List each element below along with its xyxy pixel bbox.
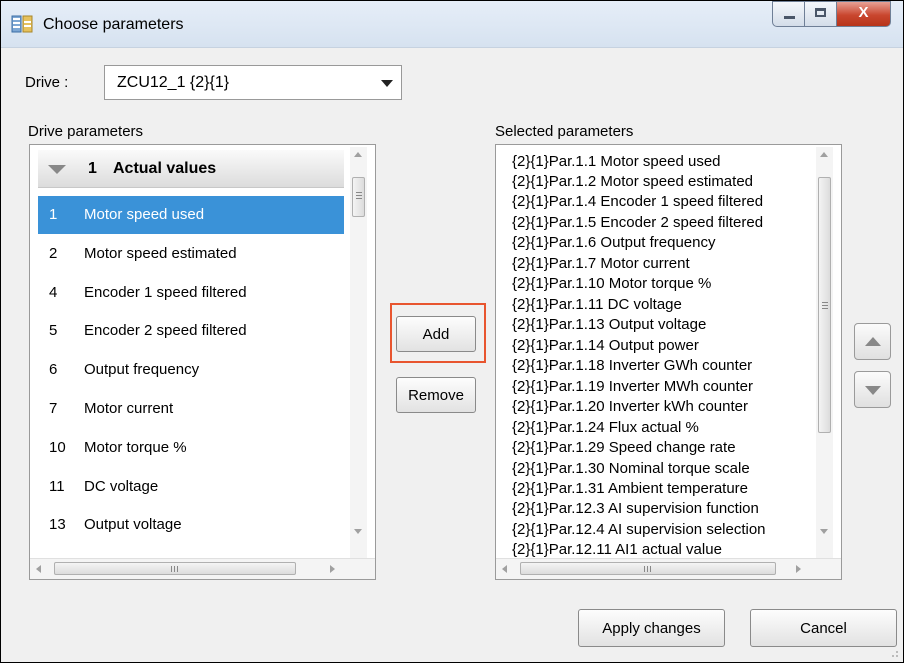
list-item[interactable]: 4 Encoder 1 speed filtered	[38, 274, 344, 312]
collapse-triangle-icon[interactable]	[48, 165, 66, 174]
selected-parameters-label: Selected parameters	[495, 123, 634, 140]
scroll-right-arrow-icon[interactable]	[330, 565, 335, 573]
group-number: 1	[88, 160, 97, 177]
list-item[interactable]: {2}{1}Par.1.31 Ambient temperature	[512, 479, 748, 499]
list-item[interactable]: {2}{1}Par.12.4 AI supervision selection	[512, 520, 766, 540]
param-label: Output frequency	[84, 361, 200, 378]
list-item[interactable]: 2 Motor speed estimated	[38, 235, 344, 273]
list-item[interactable]: 10 Motor torque %	[38, 429, 344, 467]
grip-icon	[356, 192, 362, 193]
drive-select[interactable]: ZCU12_1 {2}{1}	[104, 65, 402, 100]
list-item[interactable]: 5 Encoder 2 speed filtered	[38, 312, 344, 350]
list-item[interactable]: 13 Output voltage	[38, 506, 344, 544]
param-number: 7	[49, 400, 58, 417]
list-item[interactable]: {2}{1}Par.1.11 DC voltage	[512, 295, 682, 315]
param-number: 2	[49, 245, 58, 262]
list-item[interactable]: {2}{1}Par.1.19 Inverter MWh counter	[512, 377, 753, 397]
param-number: 6	[49, 361, 58, 378]
selected-parameters-list[interactable]: {2}{1}Par.1.1 Motor speed used {2}{1}Par…	[495, 144, 842, 580]
move-down-button[interactable]	[854, 371, 891, 408]
remove-button[interactable]: Remove	[396, 377, 476, 413]
param-label: Motor current	[84, 400, 174, 417]
grip-icon	[644, 566, 645, 572]
scroll-up-arrow-icon[interactable]	[820, 152, 828, 157]
param-label: Output voltage	[84, 516, 182, 533]
scroll-up-arrow-icon[interactable]	[354, 152, 362, 157]
horizontal-scrollbar[interactable]	[30, 558, 375, 579]
param-number: 10	[49, 439, 66, 456]
list-item[interactable]: {2}{1}Par.1.18 Inverter GWh counter	[512, 356, 752, 376]
move-up-button[interactable]	[854, 323, 891, 360]
vertical-scrollbar[interactable]	[816, 147, 833, 559]
param-label: DC voltage	[84, 478, 159, 495]
scroll-down-arrow-icon[interactable]	[820, 529, 828, 534]
arrow-up-icon	[865, 337, 881, 346]
list-item[interactable]: {2}{1}Par.1.30 Nominal torque scale	[512, 459, 750, 479]
param-label: Encoder 1 speed filtered	[84, 284, 247, 301]
scroll-thumb[interactable]	[520, 562, 776, 575]
maximize-button[interactable]	[804, 1, 837, 27]
app-icon	[11, 15, 33, 33]
grip-icon	[171, 566, 172, 572]
group-label: Actual values	[113, 160, 217, 177]
list-item[interactable]: {2}{1}Par.1.13 Output voltage	[512, 315, 706, 335]
param-number: 4	[49, 284, 58, 301]
list-item[interactable]: 1 Motor speed used	[38, 196, 344, 234]
drive-label: Drive :	[25, 74, 69, 91]
scroll-left-arrow-icon[interactable]	[502, 565, 507, 573]
vertical-scrollbar[interactable]	[350, 147, 367, 559]
resize-grip-icon[interactable]	[889, 648, 899, 658]
apply-changes-button[interactable]: Apply changes	[578, 609, 725, 647]
chevron-down-icon	[381, 80, 393, 87]
list-item[interactable]: {2}{1}Par.1.10 Motor torque %	[512, 274, 711, 294]
param-number: 5	[49, 322, 58, 339]
minimize-button[interactable]	[772, 1, 805, 27]
title-bar: Choose parameters X	[1, 1, 903, 48]
group-header-actual-values[interactable]: 1 Actual values	[38, 150, 344, 188]
add-button[interactable]: Add	[396, 316, 476, 352]
list-item[interactable]: {2}{1}Par.1.29 Speed change rate	[512, 438, 736, 458]
scroll-left-arrow-icon[interactable]	[36, 565, 41, 573]
list-item[interactable]: {2}{1}Par.12.3 AI supervision function	[512, 499, 759, 519]
list-item[interactable]: {2}{1}Par.1.20 Inverter kWh counter	[512, 397, 748, 417]
scroll-right-arrow-icon[interactable]	[796, 565, 801, 573]
param-label: Encoder 2 speed filtered	[84, 322, 247, 339]
param-number: 11	[49, 478, 65, 495]
param-label: Motor speed estimated	[84, 245, 237, 262]
drive-parameters-label: Drive parameters	[28, 123, 144, 140]
list-item[interactable]: {2}{1}Par.1.1 Motor speed used	[512, 152, 721, 172]
list-item[interactable]: 6 Output frequency	[38, 351, 344, 389]
list-item[interactable]: {2}{1}Par.1.4 Encoder 1 speed filtered	[512, 192, 763, 212]
drive-parameters-list[interactable]: 1 Actual values 1 Motor speed used 2 Mot…	[29, 144, 376, 580]
list-item[interactable]: 7 Motor current	[38, 390, 344, 428]
list-item[interactable]: 11 DC voltage	[38, 468, 344, 506]
scroll-down-arrow-icon[interactable]	[354, 529, 362, 534]
param-label: Motor torque %	[84, 439, 187, 456]
choose-parameters-dialog: Choose parameters X Drive : ZCU12_1 {2}{…	[0, 0, 904, 663]
list-item[interactable]: {2}{1}Par.1.24 Flux actual %	[512, 418, 699, 438]
close-button[interactable]: X	[836, 1, 891, 27]
list-item[interactable]: {2}{1}Par.1.5 Encoder 2 speed filtered	[512, 213, 763, 233]
list-item[interactable]: {2}{1}Par.1.14 Output power	[512, 336, 699, 356]
scroll-thumb[interactable]	[818, 177, 831, 433]
arrow-down-icon	[865, 386, 881, 395]
list-item[interactable]: {2}{1}Par.1.6 Output frequency	[512, 233, 716, 253]
list-item[interactable]: {2}{1}Par.1.2 Motor speed estimated	[512, 172, 753, 192]
scroll-thumb[interactable]	[352, 177, 365, 217]
horizontal-scrollbar[interactable]	[496, 558, 841, 579]
drive-select-value: ZCU12_1 {2}{1}	[117, 74, 230, 91]
param-label: Motor speed used	[84, 206, 205, 223]
grip-icon	[822, 302, 828, 303]
scroll-thumb[interactable]	[54, 562, 296, 575]
param-number: 1	[49, 206, 58, 223]
param-number: 13	[49, 516, 66, 533]
list-item[interactable]: {2}{1}Par.12.11 AI1 actual value	[512, 540, 722, 560]
window-title: Choose parameters	[43, 16, 184, 33]
list-item[interactable]: {2}{1}Par.1.7 Motor current	[512, 254, 690, 274]
cancel-button[interactable]: Cancel	[750, 609, 897, 647]
